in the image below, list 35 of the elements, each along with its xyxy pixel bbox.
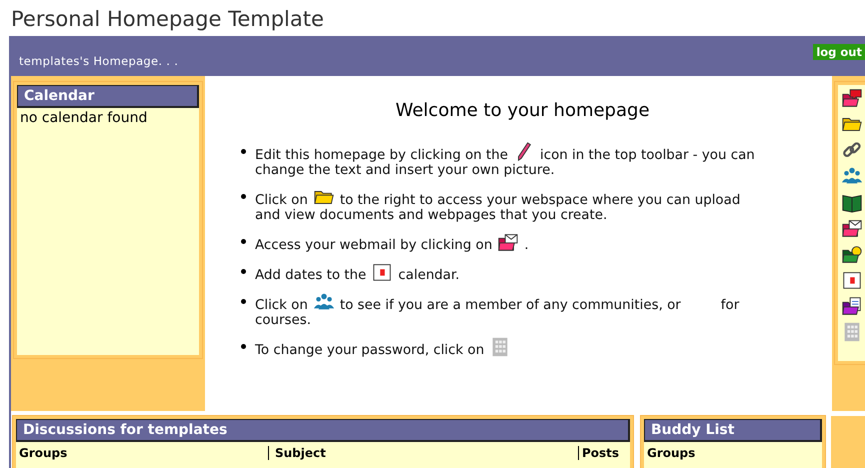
instruction-text: Add dates to the: [255, 268, 366, 283]
instruction-text: Click on: [255, 298, 308, 313]
panel-title: Discussions for templates: [16, 419, 630, 442]
homepage-title: templates's Homepage. . .: [19, 54, 178, 68]
contact-folder-icon[interactable]: [840, 243, 862, 265]
calendar-message: no calendar found: [19, 109, 148, 128]
logout-link[interactable]: log out: [813, 44, 865, 60]
instruction-text: .: [524, 238, 529, 253]
welcome-heading: Welcome to your homepage: [394, 100, 651, 121]
page-title: Personal Homepage Template: [10, 6, 325, 33]
mail-folder-icon[interactable]: [840, 217, 862, 239]
calendar-icon[interactable]: [840, 269, 862, 291]
calendar-icon: [371, 261, 394, 283]
instruction-text: and view documents and webpages that you create.: [255, 208, 608, 223]
panel-title: Calendar: [17, 85, 199, 108]
instruction-text: courses.: [255, 313, 311, 328]
instruction-text: calendar.: [398, 268, 460, 283]
notes-folder-icon[interactable]: [840, 295, 862, 317]
instruction-text: icon in the top toolbar - you can: [540, 148, 755, 163]
side-column: [831, 416, 865, 468]
instruction-text: Access your webmail by clicking on: [255, 238, 492, 253]
instruction-text: Click on: [255, 193, 308, 208]
instruction-text: change the text and insert your own picture.: [255, 163, 555, 178]
instruction-text: Edit this homepage by clicking on the: [255, 148, 508, 163]
chat-folder-icon[interactable]: [840, 87, 862, 109]
mail-folder-icon: [497, 231, 520, 253]
instruction-text: to the right to access your webspace where you can upload: [340, 193, 740, 208]
instruction-text: to see if you are a member of any communities, or: [340, 298, 681, 313]
column-header: Groups: [18, 446, 68, 460]
panel-title: Buddy List: [644, 419, 822, 442]
instruction-text: To change your password, click on: [255, 343, 484, 358]
instruction-text: for: [720, 298, 740, 313]
column-header: Posts: [578, 446, 622, 460]
column-header: Groups: [646, 446, 696, 460]
column-header: Subject: [268, 446, 578, 460]
